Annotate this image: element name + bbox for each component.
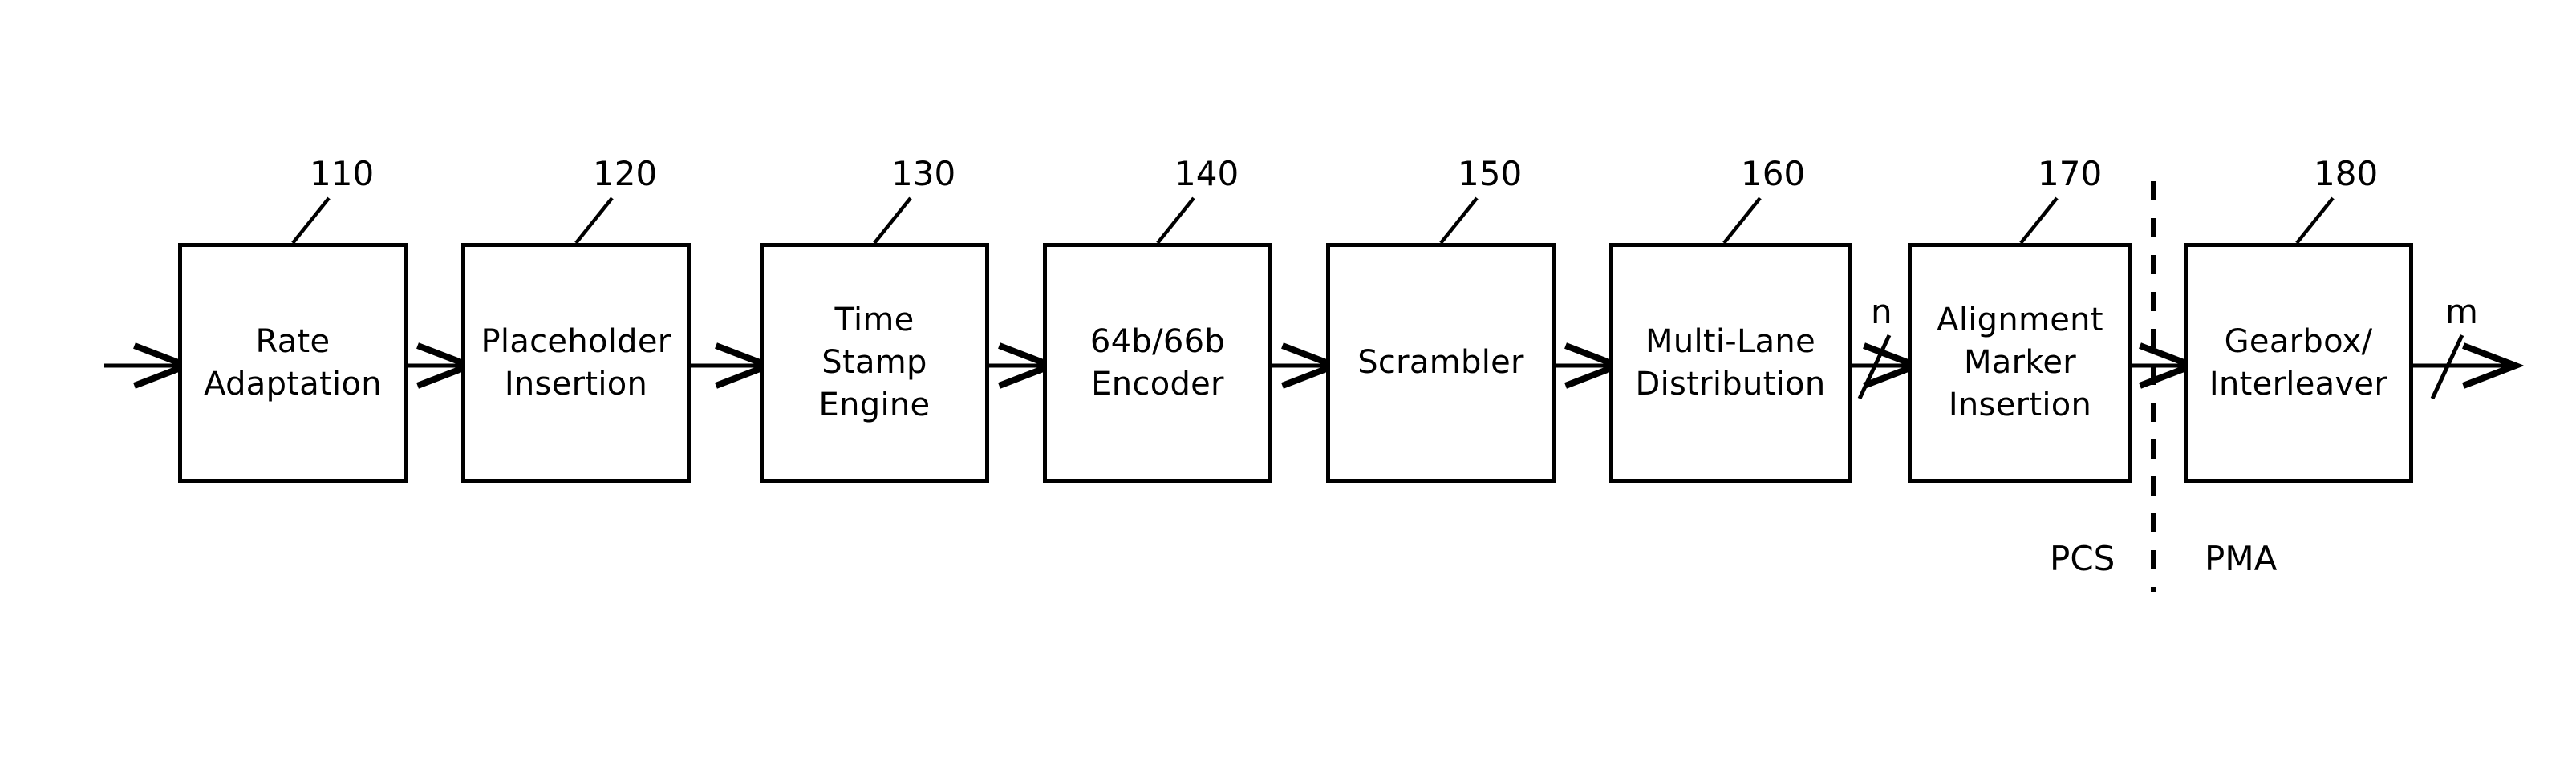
bus-width-label-m: m [2445, 292, 2478, 331]
reference-number-170: 170 [2038, 154, 2103, 193]
figure-canvas: Rate Adaptation Placeholder Insertion Ti… [0, 0, 2576, 761]
block-placeholder-insertion[interactable]: Placeholder Insertion [461, 243, 691, 483]
domain-label-pma: PMA [2205, 539, 2278, 578]
leader-130 [873, 196, 912, 245]
block-label-multi-lane-distribution: Multi-Lane Distribution [1635, 322, 1826, 403]
leader-170 [2019, 196, 2059, 245]
block-label-scrambler: Scrambler [1357, 344, 1524, 382]
block-time-stamp-engine[interactable]: Time Stamp Engine [760, 243, 989, 483]
leader-180 [2295, 196, 2335, 245]
block-rate-adaptation[interactable]: Rate Adaptation [178, 243, 408, 483]
leader-150 [1439, 196, 1479, 245]
reference-number-180: 180 [2314, 154, 2379, 193]
block-label-time-stamp-engine: Time Stamp Engine [818, 302, 931, 423]
leader-160 [1722, 196, 1762, 245]
block-alignment-marker-insertion[interactable]: Alignment Marker Insertion [1908, 243, 2132, 483]
leader-110 [291, 196, 331, 245]
domain-label-pcs: PCS [2050, 539, 2116, 578]
block-gearbox-interleaver[interactable]: Gearbox/ Interleaver [2184, 243, 2413, 483]
block-multi-lane-distribution[interactable]: Multi-Lane Distribution [1609, 243, 1852, 483]
reference-number-110: 110 [310, 154, 375, 193]
reference-number-140: 140 [1174, 154, 1239, 193]
reference-leader-lines [291, 196, 2335, 245]
block-64b-66b-encoder[interactable]: 64b/66b Encoder [1043, 243, 1272, 483]
reference-number-160: 160 [1741, 154, 1806, 193]
leader-120 [574, 196, 614, 245]
block-label-alignment-marker-insertion: Alignment Marker Insertion [1937, 302, 2103, 423]
block-label-64b-66b-encoder: 64b/66b Encoder [1089, 322, 1226, 403]
reference-number-130: 130 [891, 154, 956, 193]
block-scrambler[interactable]: Scrambler [1326, 243, 1556, 483]
reference-number-120: 120 [593, 154, 658, 193]
block-label-gearbox-interleaver: Gearbox/ Interleaver [2209, 322, 2388, 403]
block-label-rate-adaptation: Rate Adaptation [204, 322, 382, 403]
reference-number-150: 150 [1458, 154, 1523, 193]
bus-width-label-n: n [1871, 292, 1892, 331]
block-label-placeholder-insertion: Placeholder Insertion [481, 322, 671, 403]
leader-140 [1156, 196, 1195, 245]
